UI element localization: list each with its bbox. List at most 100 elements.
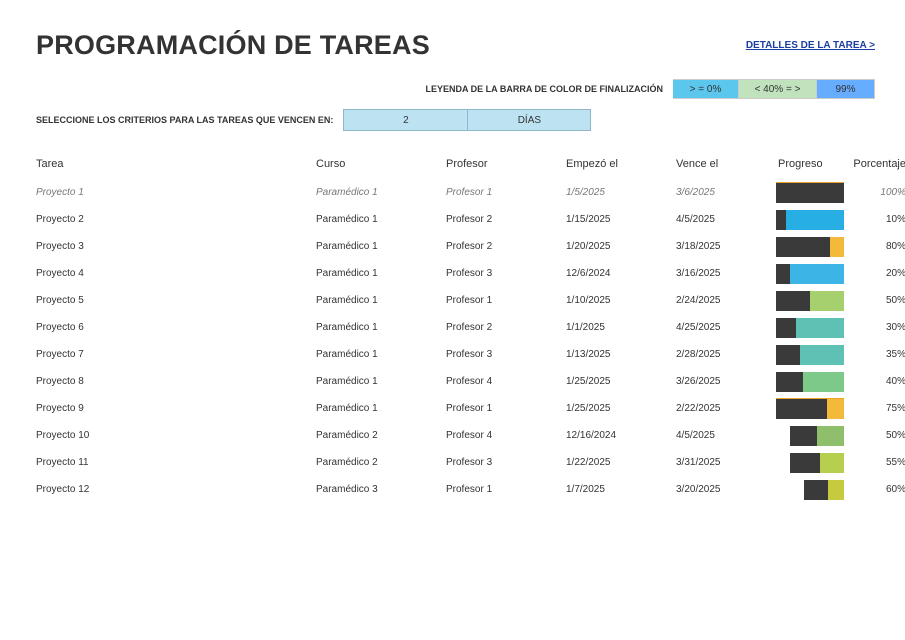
cell-instructor: Profesor 1 (446, 403, 566, 414)
col-task: Tarea (36, 158, 316, 170)
cell-started: 1/7/2025 (566, 484, 676, 495)
cell-instructor: Profesor 4 (446, 430, 566, 441)
details-link[interactable]: DETALLES DE LA TAREA > (746, 40, 875, 51)
col-due: Vence el (676, 158, 776, 170)
cell-started: 1/22/2025 (566, 457, 676, 468)
table-row: Proyecto 1Paramédico 1Profesor 11/5/2025… (36, 179, 875, 206)
progress-bar (776, 209, 848, 231)
cell-task: Proyecto 4 (36, 268, 316, 279)
cell-due: 4/25/2025 (676, 322, 776, 333)
progress-bar (776, 398, 848, 420)
criteria-row: SELECCIONE LOS CRITERIOS PARA LAS TAREAS… (36, 109, 875, 131)
cell-started: 1/20/2025 (566, 241, 676, 252)
table-row: Proyecto 5Paramédico 1Profesor 11/10/202… (36, 287, 875, 314)
legend-swatch-low: > = 0% (673, 79, 739, 99)
cell-instructor: Profesor 2 (446, 322, 566, 333)
cell-percent: 60% (848, 484, 905, 495)
cell-task: Proyecto 1 (36, 187, 316, 198)
cell-instructor: Profesor 1 (446, 187, 566, 198)
cell-due: 4/5/2025 (676, 214, 776, 225)
cell-instructor: Profesor 3 (446, 268, 566, 279)
cell-due: 3/6/2025 (676, 187, 776, 198)
criteria-label: SELECCIONE LOS CRITERIOS PARA LAS TAREAS… (36, 115, 333, 125)
cell-due: 4/5/2025 (676, 430, 776, 441)
legend-swatch-mid: < 40% = > (739, 79, 817, 99)
table-row: Proyecto 12Paramédico 3Profesor 11/7/202… (36, 476, 875, 503)
legend-label: LEYENDA DE LA BARRA DE COLOR DE FINALIZA… (426, 84, 664, 94)
col-started: Empezó el (566, 158, 676, 170)
cell-instructor: Profesor 4 (446, 376, 566, 387)
criteria-value[interactable]: 2 (343, 109, 467, 131)
cell-course: Paramédico 1 (316, 322, 446, 333)
cell-percent: 55% (848, 457, 905, 468)
cell-course: Paramédico 1 (316, 403, 446, 414)
cell-started: 1/25/2025 (566, 403, 676, 414)
cell-instructor: Profesor 1 (446, 484, 566, 495)
progress-bar (776, 182, 848, 204)
cell-course: Paramédico 1 (316, 268, 446, 279)
cell-task: Proyecto 2 (36, 214, 316, 225)
table-row: Proyecto 9Paramédico 1Profesor 11/25/202… (36, 395, 875, 422)
cell-course: Paramédico 2 (316, 430, 446, 441)
cell-course: Paramédico 1 (316, 187, 446, 198)
table-row: Proyecto 4Paramédico 1Profesor 312/6/202… (36, 260, 875, 287)
cell-course: Paramédico 2 (316, 457, 446, 468)
cell-course: Paramédico 1 (316, 214, 446, 225)
cell-percent: 35% (848, 349, 905, 360)
table-row: Proyecto 8Paramédico 1Profesor 41/25/202… (36, 368, 875, 395)
cell-task: Proyecto 9 (36, 403, 316, 414)
cell-course: Paramédico 1 (316, 295, 446, 306)
cell-percent: 50% (848, 430, 905, 441)
cell-course: Paramédico 3 (316, 484, 446, 495)
progress-bar (776, 452, 848, 474)
legend-row: LEYENDA DE LA BARRA DE COLOR DE FINALIZA… (36, 79, 875, 99)
cell-due: 3/31/2025 (676, 457, 776, 468)
progress-bar (776, 479, 848, 501)
cell-percent: 80% (848, 241, 905, 252)
cell-task: Proyecto 12 (36, 484, 316, 495)
cell-due: 3/18/2025 (676, 241, 776, 252)
cell-task: Proyecto 5 (36, 295, 316, 306)
progress-bar (776, 344, 848, 366)
cell-instructor: Profesor 2 (446, 214, 566, 225)
table-row: Proyecto 11Paramédico 2Profesor 31/22/20… (36, 449, 875, 476)
table-row: Proyecto 7Paramédico 1Profesor 31/13/202… (36, 341, 875, 368)
table-header: Tarea Curso Profesor Empezó el Vence el … (36, 149, 875, 179)
cell-instructor: Profesor 3 (446, 457, 566, 468)
table-row: Proyecto 6Paramédico 1Profesor 21/1/2025… (36, 314, 875, 341)
cell-instructor: Profesor 1 (446, 295, 566, 306)
cell-started: 1/10/2025 (566, 295, 676, 306)
col-instructor: Profesor (446, 158, 566, 170)
criteria-unit[interactable]: DÍAS (467, 109, 591, 131)
cell-percent: 40% (848, 376, 905, 387)
table-row: Proyecto 10Paramédico 2Profesor 412/16/2… (36, 422, 875, 449)
cell-due: 2/28/2025 (676, 349, 776, 360)
col-progress: Progreso (776, 158, 848, 170)
table-row: Proyecto 2Paramédico 1Profesor 21/15/202… (36, 206, 875, 233)
cell-task: Proyecto 7 (36, 349, 316, 360)
cell-started: 1/25/2025 (566, 376, 676, 387)
progress-bar (776, 317, 848, 339)
cell-due: 3/26/2025 (676, 376, 776, 387)
cell-started: 1/5/2025 (566, 187, 676, 198)
cell-task: Proyecto 3 (36, 241, 316, 252)
cell-task: Proyecto 11 (36, 457, 316, 468)
progress-bar (776, 263, 848, 285)
progress-bar (776, 236, 848, 258)
cell-task: Proyecto 10 (36, 430, 316, 441)
cell-percent: 50% (848, 295, 905, 306)
col-course: Curso (316, 158, 446, 170)
cell-percent: 100% (848, 187, 905, 198)
cell-course: Paramédico 1 (316, 349, 446, 360)
progress-bar (776, 425, 848, 447)
cell-due: 2/24/2025 (676, 295, 776, 306)
cell-task: Proyecto 8 (36, 376, 316, 387)
progress-bar (776, 290, 848, 312)
cell-percent: 10% (848, 214, 905, 225)
cell-started: 1/15/2025 (566, 214, 676, 225)
cell-percent: 30% (848, 322, 905, 333)
cell-due: 3/20/2025 (676, 484, 776, 495)
page-title: PROGRAMACIÓN DE TAREAS (36, 30, 430, 61)
col-percent: Porcentaje (848, 158, 905, 170)
cell-instructor: Profesor 3 (446, 349, 566, 360)
